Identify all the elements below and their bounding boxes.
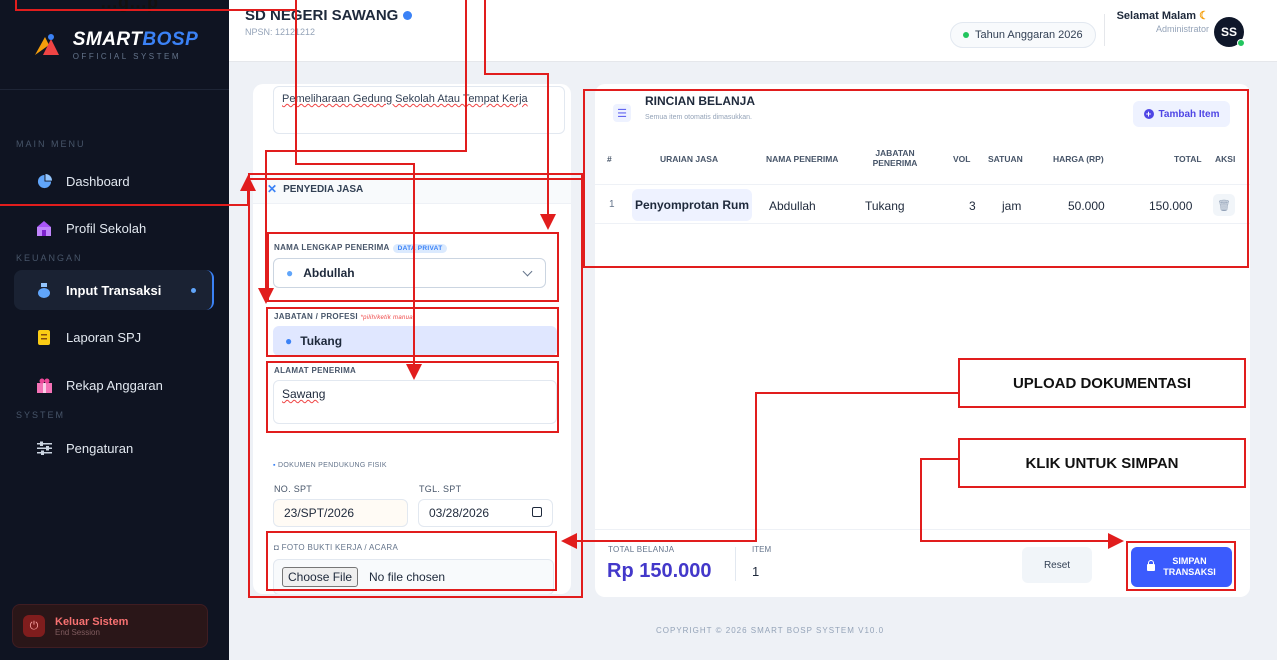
document-icon bbox=[36, 329, 52, 345]
sidebar-item-label: Profil Sekolah bbox=[66, 220, 147, 236]
pie-chart-icon bbox=[36, 173, 52, 189]
status-dot-icon bbox=[963, 32, 969, 38]
annotation-job-box bbox=[266, 307, 559, 357]
sidebar-item-label: Pengaturan bbox=[66, 440, 134, 456]
sidebar-item-label: Input Transaksi bbox=[66, 282, 162, 298]
annotation-recipient-box bbox=[267, 232, 559, 302]
sidebar-item-label: Laporan SPJ bbox=[66, 329, 142, 345]
sidebar: SMARTBOSP OFFICIAL SYSTEM MAIN MENU Dash… bbox=[0, 0, 229, 660]
item-count-label: ITEM bbox=[752, 545, 772, 554]
logo-mark-icon bbox=[31, 31, 63, 59]
fiscal-year-badge[interactable]: Tahun Anggaran 2026 bbox=[950, 22, 1096, 48]
power-icon: ⏻ bbox=[23, 615, 45, 637]
logout-button[interactable]: ⏻ Keluar Sistem End Session bbox=[12, 604, 208, 648]
annotation-address-box bbox=[266, 361, 559, 433]
annotation-top-label: …g…p bbox=[100, 0, 158, 12]
user-greeting: Selamat Malam ☾ Administrator bbox=[1116, 10, 1209, 34]
header-divider bbox=[1104, 14, 1105, 46]
footer-divider bbox=[735, 547, 736, 581]
logout-title: Keluar Sistem bbox=[55, 615, 129, 628]
description-textarea[interactable]: Pemeliharaan Gedung Sekolah Atau Tempat … bbox=[273, 86, 565, 134]
section-main-menu: MAIN MENU bbox=[16, 139, 86, 149]
annotation-photo-box bbox=[266, 531, 557, 591]
logo-subtitle: OFFICIAL SYSTEM bbox=[72, 51, 182, 61]
total-label: TOTAL BELANJA bbox=[608, 545, 675, 554]
annotation-save-box bbox=[1126, 541, 1236, 591]
sidebar-item-label: Dashboard bbox=[66, 173, 130, 189]
avatar[interactable]: SS bbox=[1214, 17, 1245, 47]
annotation-upload-label: UPLOAD DOKUMENTASI bbox=[958, 358, 1246, 408]
logo-title: SMARTBOSP bbox=[72, 28, 199, 50]
annotation-table-box bbox=[583, 89, 1249, 268]
money-bag-icon bbox=[36, 282, 52, 298]
reset-button[interactable]: Reset bbox=[1022, 547, 1092, 583]
sidebar-item-input-transaksi[interactable]: Input Transaksi bbox=[14, 270, 214, 310]
section-keuangan: KEUANGAN bbox=[16, 253, 83, 263]
sidebar-item-laporan-spj[interactable]: Laporan SPJ bbox=[14, 319, 214, 355]
sliders-icon bbox=[36, 440, 52, 456]
user-role: Administrator bbox=[1155, 24, 1209, 34]
school-name: SD NEGERI SAWANG bbox=[245, 7, 413, 24]
total-value: Rp 150.000 bbox=[607, 560, 712, 582]
logo: SMARTBOSP OFFICIAL SYSTEM bbox=[0, 0, 229, 90]
sidebar-item-pengaturan[interactable]: Pengaturan bbox=[14, 430, 214, 466]
npsn-text: NPSN: 12121212 bbox=[245, 27, 316, 37]
logout-subtitle: End Session bbox=[55, 627, 100, 637]
school-icon bbox=[36, 220, 52, 236]
annotation-save-label: KLIK UNTUK SIMPAN bbox=[958, 438, 1246, 488]
item-count-value: 1 bbox=[752, 564, 760, 579]
moon-icon: ☾ bbox=[1199, 10, 1209, 22]
top-header: SD NEGERI SAWANG NPSN: 12121212 Tahun An… bbox=[229, 0, 1277, 62]
sidebar-item-rekap-anggaran[interactable]: Rekap Anggaran bbox=[14, 367, 214, 403]
gift-icon bbox=[36, 377, 52, 393]
sidebar-item-label: Rekap Anggaran bbox=[66, 377, 163, 393]
sidebar-item-dashboard[interactable]: Dashboard bbox=[14, 163, 214, 199]
section-system: SYSTEM bbox=[16, 410, 66, 420]
online-dot-icon bbox=[1237, 39, 1245, 47]
sidebar-item-profil-sekolah[interactable]: Profil Sekolah bbox=[14, 210, 214, 246]
verified-icon bbox=[403, 11, 413, 20]
copyright-text: COPYRIGHT © 2026 SMART BOSP SYSTEM V10.0 bbox=[656, 626, 885, 635]
active-indicator bbox=[191, 287, 196, 293]
